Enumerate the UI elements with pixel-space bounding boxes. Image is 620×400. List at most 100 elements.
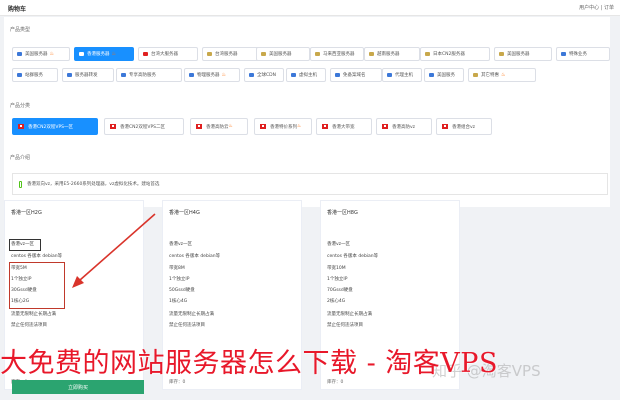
product-type-chip[interactable]: 美国服务器 (256, 47, 310, 61)
product-type-label: 美国服务器 (25, 52, 48, 57)
hot-icon: ♨ (501, 72, 506, 78)
hot-icon: ♨ (49, 51, 54, 57)
server-icon (315, 52, 320, 56)
overlay-caption: 大免费的网站服务器怎么下载 - 淘客VPS (0, 348, 498, 379)
product-type-label: 全球CDN (257, 73, 276, 78)
plan-spec-row: 70Gssd硬盘 (327, 288, 353, 293)
hot-icon: ♨ (228, 124, 233, 129)
product-type-chip[interactable]: 特殊业务 (556, 47, 610, 61)
product-type-label: 台湾服务器 (215, 52, 238, 57)
plan-spec-row: 2核心4G (327, 299, 346, 304)
server-icon (473, 73, 478, 77)
product-type-chip[interactable]: 专享高防服务 (116, 68, 182, 82)
plan-spec-row: centos 各版本 debian等 (11, 254, 63, 259)
product-category-chip[interactable]: 香港高防云 ♨ (190, 118, 248, 135)
product-type-chip[interactable]: 台湾服务器 (202, 47, 262, 61)
hot-icon: ♨ (221, 72, 226, 78)
product-intro-text: 香港双向vz，采用E5-2660系列处理器，vz虚拟化技术。建站首选 (27, 182, 160, 187)
server-icon (291, 73, 296, 77)
plan-spec-row: 带宽10M (327, 266, 346, 271)
server-icon (67, 73, 72, 77)
product-type-chip[interactable]: 免备案域名 (330, 68, 382, 82)
user-links[interactable]: 用户中心 | 订单 (579, 4, 614, 11)
product-type-label: 其它特惠 (481, 73, 499, 78)
product-type-chip[interactable]: 美国服务器 (494, 47, 552, 61)
server-icon (189, 73, 194, 77)
product-type-chip[interactable]: 其它特惠 ♨ (468, 68, 536, 82)
product-type-chip[interactable]: 代理主机 (382, 68, 422, 82)
product-type-chip[interactable]: 香港服务器 ♨ (74, 47, 134, 61)
plan-spec-row: centos 各版本 debian等 (327, 254, 379, 259)
product-category-label: 香港组合vz (452, 124, 476, 130)
product-category-chip[interactable]: 香港高防vz (376, 118, 432, 135)
plan-card-title: 香港一区H8G (327, 210, 358, 216)
product-category-chip[interactable]: 香港组合vz (436, 118, 492, 135)
product-type-label: 马来西亚服务器 (323, 52, 355, 57)
product-type-label: 越南服务器 (377, 52, 400, 57)
hong-kong-flag-icon (382, 124, 388, 129)
product-type-label: 台湾大服务器 (151, 52, 178, 57)
product-type-label: 香港服务器 (87, 52, 110, 57)
product-type-chip[interactable]: 日本CN2服务器 (420, 47, 490, 61)
plan-spec-row: 香港vz一区 (327, 242, 351, 247)
server-icon (369, 52, 374, 56)
product-category-chip[interactable]: 香港CN2双程VPS二区 (104, 118, 184, 135)
info-icon (19, 180, 22, 188)
server-icon (249, 73, 254, 77)
product-type-label: 美国服务器 (269, 52, 292, 57)
product-category-chip[interactable]: 香港CN2双程VPS一区 (12, 118, 98, 135)
product-categories-label: 产品分类 (10, 103, 31, 109)
product-type-label: 日本CN2服务器 (433, 52, 465, 57)
plan-spec-row: 流量无限制止长期占满 (327, 312, 372, 317)
hong-kong-flag-icon (18, 124, 24, 129)
product-type-chip[interactable]: 服务器转发 (62, 68, 114, 82)
product-type-chip[interactable]: 全球CDN (244, 68, 284, 82)
product-type-chip[interactable]: 美国服务 (424, 68, 464, 82)
server-icon (143, 52, 148, 56)
product-category-chip[interactable]: 香港特价系列 ♨ (254, 118, 312, 135)
product-type-label: 特殊业务 (569, 52, 587, 57)
product-type-label: 代理主机 (395, 73, 413, 78)
product-category-label: 香港特价系列 (270, 124, 297, 130)
product-category-label: 香港CN2双程VPS二区 (120, 124, 166, 130)
plan-spec-row: 1核心4G (169, 299, 188, 304)
server-icon (499, 52, 504, 56)
product-type-label: 服务器转发 (75, 73, 98, 78)
product-category-label: 香港高防云 (206, 124, 229, 130)
product-type-label: 虚拟主机 (299, 73, 317, 78)
server-icon (17, 73, 22, 77)
product-type-label: 站群服务 (25, 73, 43, 78)
plan-spec-row: 禁止任何违法项目 (169, 323, 205, 328)
product-type-label: 美国服务 (437, 73, 455, 78)
product-type-label: 免备案域名 (343, 73, 366, 78)
product-type-chip[interactable]: 台湾大服务器 (138, 47, 198, 61)
plan-spec-row: centos 各版本 debian等 (169, 254, 221, 259)
top-bar: 购物车 用户中心 | 订单 (0, 0, 620, 16)
plan-card-title: 香港一区H4G (169, 210, 200, 216)
product-type-chip[interactable]: 马来西亚服务器 (310, 47, 364, 61)
plan-spec-row: 香港vz一区 (169, 242, 193, 247)
product-type-chip[interactable]: 虚拟主机 (286, 68, 326, 82)
server-icon (561, 52, 566, 56)
product-type-chip[interactable]: 美国服务器 ♨ (12, 47, 70, 61)
product-type-label: 物理服务器 (197, 73, 220, 78)
hong-kong-flag-icon (322, 124, 328, 129)
hong-kong-flag-icon (110, 124, 116, 129)
plan-spec-row: 流量无限制止长期占满 (169, 312, 214, 317)
hot-icon: ♨ (297, 124, 302, 129)
plan-spec-row: 带宽8M (169, 266, 185, 271)
product-type-chip[interactable]: 越南服务器 (364, 47, 420, 61)
product-type-chip[interactable]: 站群服务 (12, 68, 58, 82)
product-intro-label: 产品介绍 (10, 155, 31, 161)
plan-spec-row: 禁止任何违法项目 (11, 323, 47, 328)
product-types-label: 产品类型 (10, 27, 31, 33)
plan-spec-row: 流量无限制止长期占满 (11, 312, 56, 317)
product-type-label: 专享高防服务 (129, 73, 156, 78)
server-icon (387, 73, 392, 77)
product-category-chip[interactable]: 香港大带宽 (316, 118, 372, 135)
plan-spec-row: 1个独立IP (169, 277, 190, 282)
plan-spec-row: 1个独立IP (327, 277, 348, 282)
hot-icon: ♨ (111, 51, 116, 57)
server-icon (261, 52, 266, 56)
product-type-chip[interactable]: 物理服务器 ♨ (184, 68, 240, 82)
